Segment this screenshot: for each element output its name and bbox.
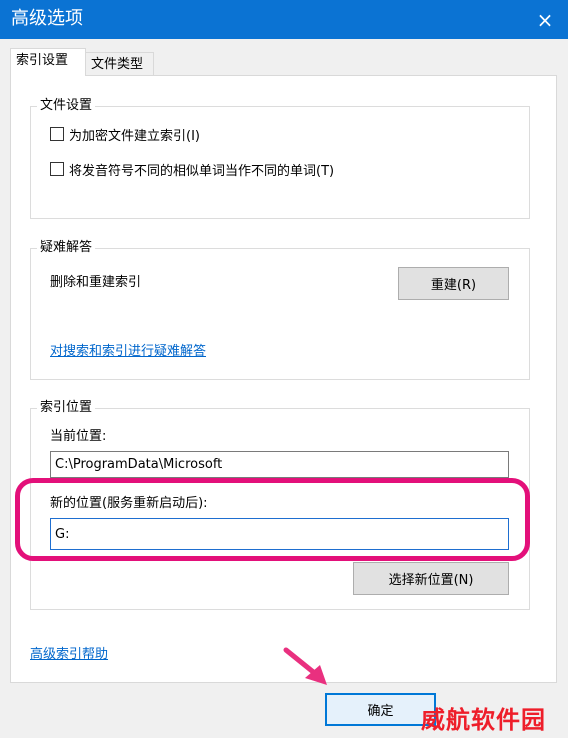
current-location-field: C:\ProgramData\Microsoft	[50, 451, 509, 478]
encrypted-files-checkbox[interactable]	[50, 127, 64, 141]
rebuild-button[interactable]: 重建(R)	[398, 267, 509, 300]
troubleshoot-link[interactable]: 对搜索和索引进行疑难解答	[50, 343, 206, 361]
current-location-label: 当前位置:	[50, 429, 107, 444]
highlight-annotation	[15, 478, 530, 561]
select-new-location-button[interactable]: 选择新位置(N)	[353, 562, 509, 595]
group-title-troubleshoot: 疑难解答	[37, 239, 96, 257]
diacritics-option[interactable]: 将发音符号不同的相似单词当作不同的单词(T)	[50, 160, 335, 179]
tab-index-settings[interactable]: 索引设置	[10, 48, 86, 76]
advanced-index-help-link[interactable]: 高级索引帮助	[30, 646, 108, 664]
title-bar: 高级选项 ×	[0, 0, 568, 39]
tab-file-types[interactable]: 文件类型	[85, 52, 154, 77]
window-title: 高级选项	[11, 8, 83, 29]
rebuild-description: 删除和重建索引	[50, 275, 142, 290]
ok-button[interactable]: 确定	[325, 693, 436, 726]
diacritics-label: 将发音符号不同的相似单词当作不同的单词(T)	[69, 163, 335, 179]
group-title-index-location: 索引位置	[37, 399, 96, 417]
pointer-arrow-icon	[283, 647, 327, 685]
encrypted-files-option[interactable]: 为加密文件建立索引(I)	[50, 125, 200, 144]
close-icon[interactable]: ×	[522, 0, 568, 39]
encrypted-files-label: 为加密文件建立索引(I)	[69, 128, 200, 144]
diacritics-checkbox[interactable]	[50, 162, 64, 176]
group-title-file-settings: 文件设置	[37, 97, 96, 115]
watermark: 威航软件园	[421, 705, 546, 734]
